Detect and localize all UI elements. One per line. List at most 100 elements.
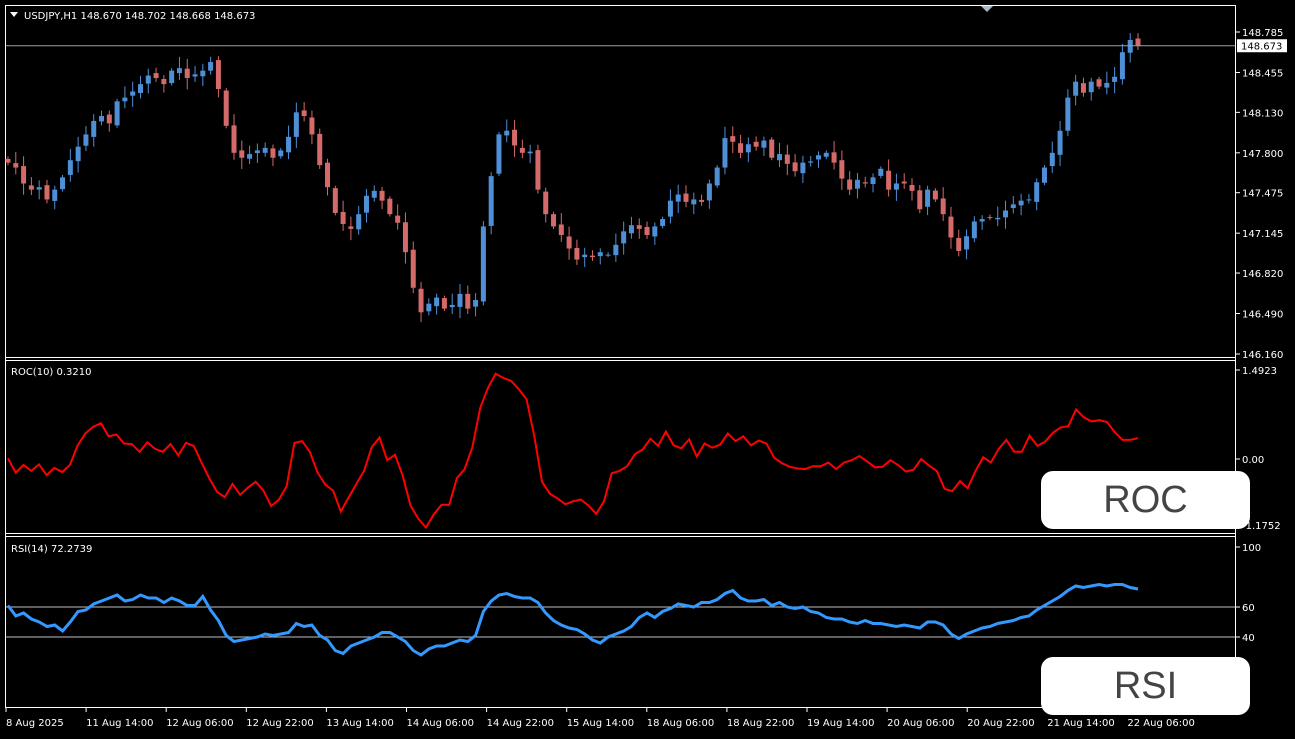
candle-body: [1088, 81, 1094, 93]
candle-body: [987, 217, 993, 219]
candle-body: [488, 176, 494, 226]
candle-body: [956, 237, 962, 251]
candle-body: [28, 185, 34, 190]
candle-body: [44, 185, 50, 200]
candle-body: [519, 147, 525, 153]
candle-body: [1096, 79, 1102, 87]
time-tick-label: 20 Aug 06:00: [887, 718, 954, 729]
candle-body: [1003, 210, 1009, 218]
candle-body: [995, 217, 1001, 220]
price-tick-label: 147.145: [1242, 229, 1283, 240]
price-tick-label: 146.490: [1242, 310, 1283, 321]
price-tick-label: 146.160: [1242, 350, 1283, 361]
candle-body: [823, 152, 829, 157]
time-tick-label: 15 Aug 14:00: [567, 718, 634, 729]
candle-body: [457, 293, 463, 307]
candle-body: [613, 244, 619, 256]
candle-body: [1049, 152, 1055, 167]
time-tick-label: 12 Aug 22:00: [246, 718, 313, 729]
candle-body: [402, 222, 408, 253]
candle-body: [332, 188, 338, 213]
candle-body: [5, 158, 11, 163]
candle-body: [597, 252, 603, 257]
candle-body: [784, 154, 790, 164]
candle-body: [815, 155, 821, 160]
trading-chart[interactable]: USDJPY,H1 148.670 148.702 148.668 148.67…: [0, 0, 1295, 739]
candle-body: [706, 183, 712, 201]
candle-body: [628, 225, 634, 234]
candle-body: [363, 195, 369, 213]
time-tick-label: 22 Aug 06:00: [1127, 718, 1194, 729]
candle-body: [309, 117, 315, 135]
candle-body: [792, 162, 798, 172]
candle-body: [1073, 81, 1079, 96]
candle-body: [215, 60, 221, 90]
candle-body: [270, 148, 276, 158]
price-tick-label: 148.455: [1242, 68, 1283, 79]
candle-body: [1080, 83, 1086, 93]
candle-body: [551, 214, 557, 227]
candle-body: [317, 133, 323, 166]
candle-body: [535, 150, 541, 190]
candle-body: [971, 221, 977, 239]
candle-body: [387, 198, 393, 215]
candle-body: [1119, 52, 1125, 80]
candle-body: [925, 189, 931, 207]
candle-body: [753, 141, 759, 147]
candle-body: [83, 134, 89, 146]
candle-body: [691, 199, 697, 205]
candle-body: [99, 116, 105, 122]
price-tick-label: 147.800: [1242, 149, 1283, 160]
candle-body: [808, 161, 814, 163]
candle-body: [675, 194, 681, 202]
roc-series-line: [7, 372, 1139, 530]
price-axis: 148.785 148.455 148.130 147.800 147.475 147.1…: [1236, 28, 1283, 361]
candle-body: [512, 129, 518, 146]
svg-text:148.673: 148.673: [1241, 42, 1282, 53]
candle-body: [441, 298, 447, 309]
candle-body: [301, 110, 307, 117]
time-tick-label: 14 Aug 22:00: [487, 718, 554, 729]
candle-body: [1065, 97, 1071, 131]
candle-body: [979, 219, 985, 222]
candle-body: [1010, 204, 1016, 209]
candle-body: [91, 120, 97, 137]
candle-body: [566, 236, 572, 249]
candle-body: [67, 160, 73, 175]
candle-body: [1104, 82, 1110, 88]
candle-body: [964, 236, 970, 250]
candle-body: [480, 226, 486, 302]
candle-body: [800, 162, 806, 174]
candle-body: [1018, 200, 1024, 206]
time-tick-label: 12 Aug 06:00: [166, 718, 233, 729]
candle-body: [745, 144, 751, 153]
candle-body: [636, 225, 642, 229]
chart-shift-marker-icon[interactable]: [981, 6, 993, 12]
candle-body: [870, 177, 876, 184]
candle-body: [1041, 167, 1047, 183]
candle-body: [644, 226, 650, 236]
candle-body: [262, 147, 268, 153]
candle-body: [667, 200, 673, 217]
time-tick-label: 14 Aug 06:00: [407, 718, 474, 729]
current-price-tag: 148.673: [1237, 39, 1287, 53]
roc-tick-label: 1.4923: [1242, 366, 1277, 377]
candle-body: [854, 179, 860, 189]
candle-body: [660, 219, 666, 226]
candle-body: [878, 168, 884, 176]
candle-body: [184, 68, 190, 78]
candle-body: [769, 139, 775, 158]
candle-body: [449, 304, 455, 308]
symbol-menu-icon[interactable]: [10, 12, 18, 17]
candle-body: [36, 187, 42, 190]
candle-body: [247, 154, 253, 159]
candle-body: [730, 136, 736, 142]
candle-body: [434, 297, 440, 307]
candle-body: [1034, 182, 1040, 202]
candle-body: [176, 68, 182, 74]
candle-body: [52, 189, 58, 201]
candle-body: [574, 248, 580, 260]
candle-body: [278, 150, 284, 157]
candle-body: [909, 184, 915, 191]
rsi-series-line: [6, 582, 1139, 657]
